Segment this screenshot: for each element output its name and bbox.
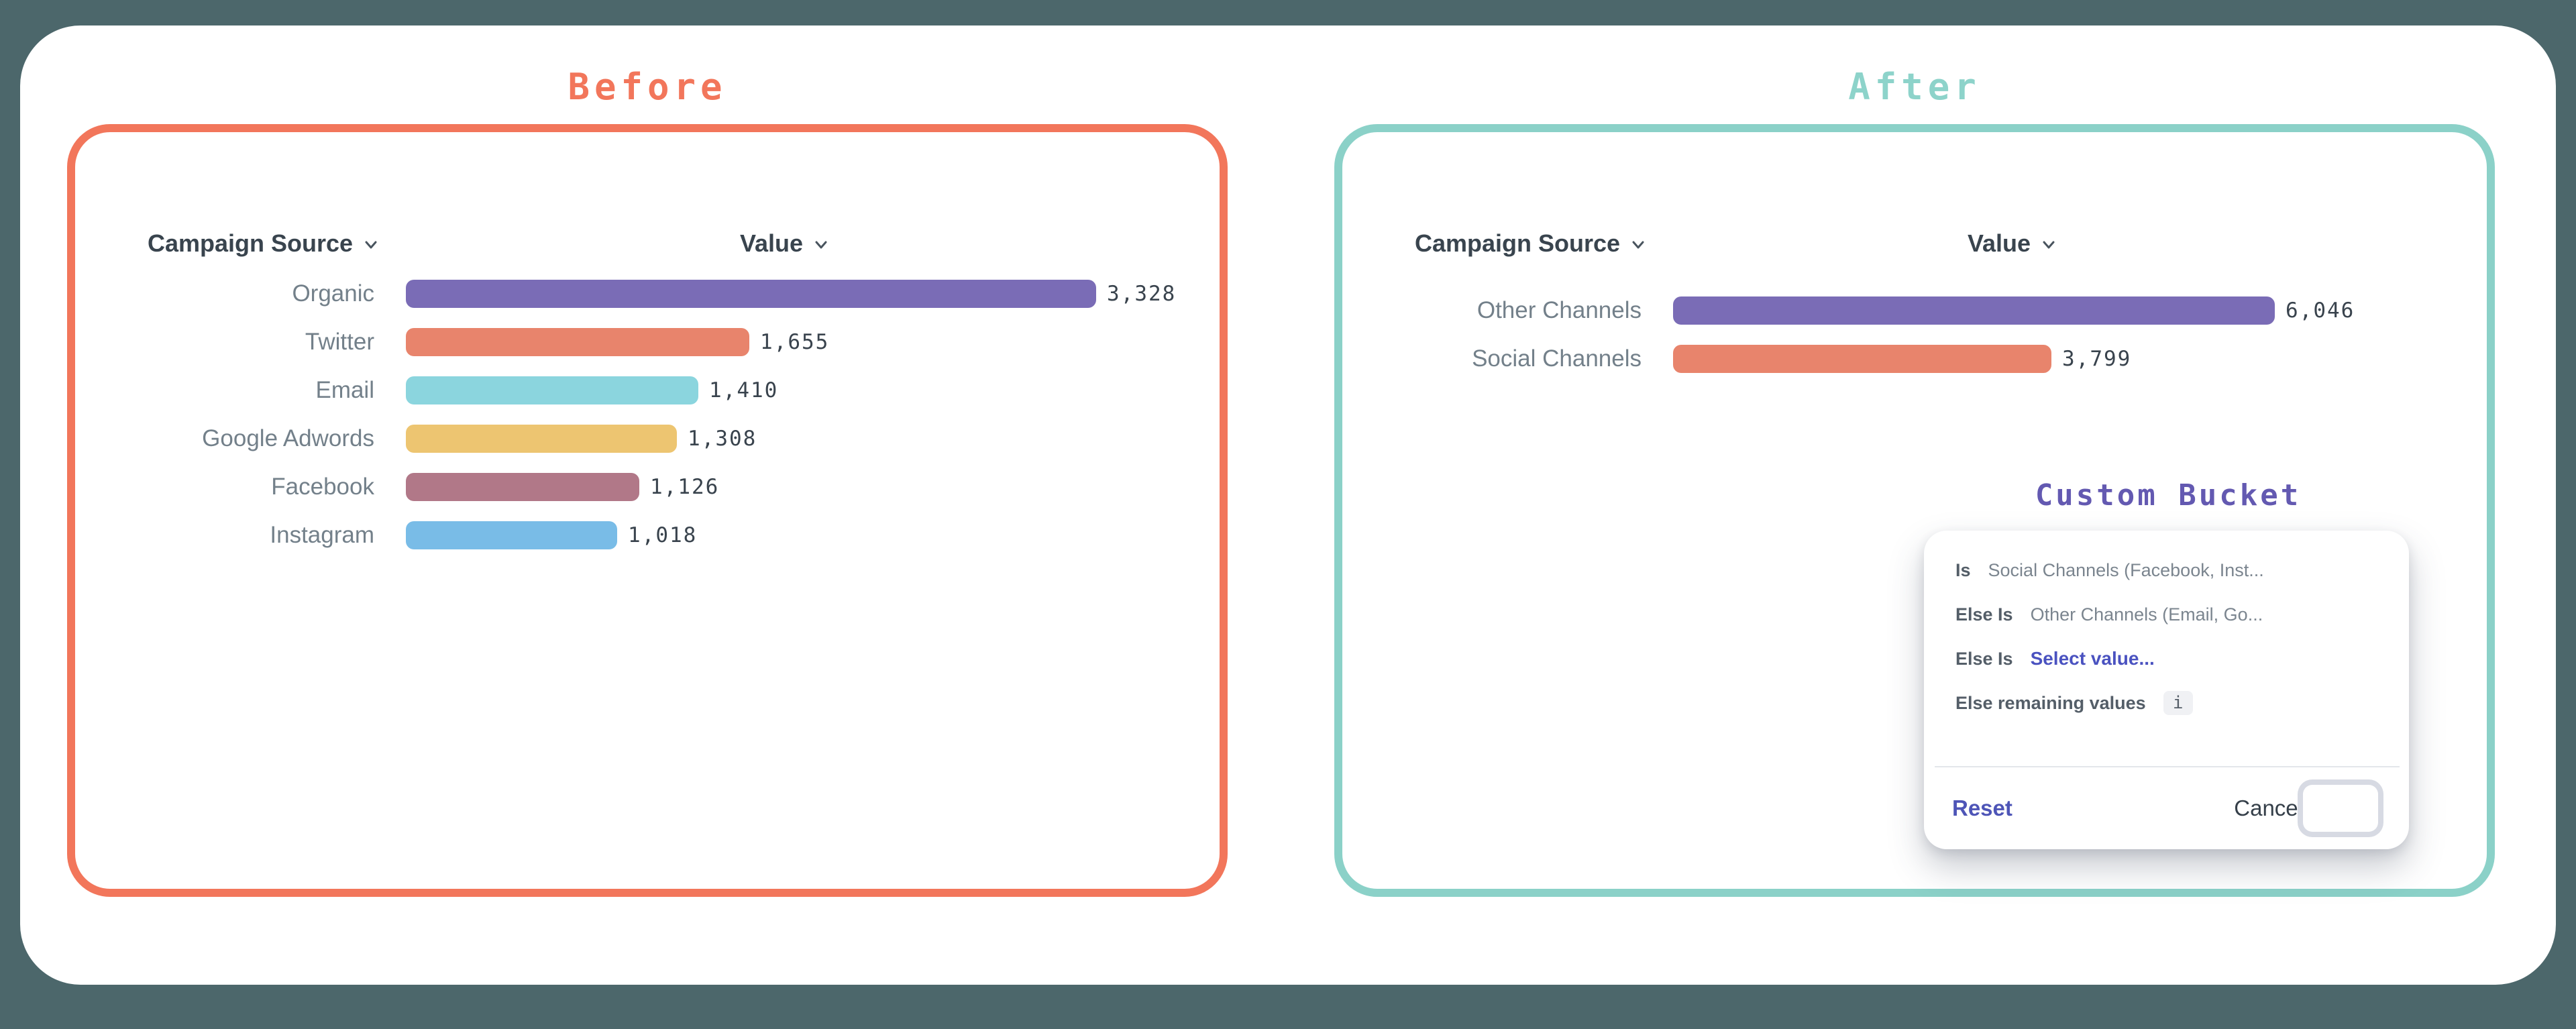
- bar[interactable]: [406, 328, 749, 356]
- value-header-label: Value: [1968, 229, 2031, 258]
- table-row: Facebook 1,126: [75, 463, 1220, 511]
- table-row: Other Channels 6,046: [1342, 286, 2487, 335]
- bar[interactable]: [1673, 345, 2051, 373]
- category-label: Google Adwords: [75, 425, 374, 452]
- table-row: Instagram 1,018: [75, 511, 1220, 559]
- table-row: Email 1,410: [75, 366, 1220, 415]
- value-header[interactable]: Value: [1811, 229, 2214, 258]
- category-label: Social Channels: [1342, 345, 1642, 372]
- before-panel: Campaign Source Value Organic 3,328 Twitte…: [67, 124, 1228, 897]
- bar-value: 1,410: [709, 378, 778, 402]
- rule-label: Else Is: [1955, 649, 2013, 669]
- bar-value: 1,655: [760, 330, 829, 354]
- category-label: Email: [75, 377, 374, 404]
- bar-value: 1,308: [688, 427, 757, 451]
- after-panel: Campaign Source Value Other Channels 6,04…: [1334, 124, 2495, 897]
- campaign-source-header[interactable]: Campaign Source: [148, 229, 380, 258]
- cancel-button[interactable]: Cancel: [2234, 796, 2303, 821]
- bucket-rules-list: Is Social Channels (Facebook, Inst... Else…: [1955, 548, 2389, 725]
- chevron-down-icon: [1629, 236, 1647, 254]
- info-icon[interactable]: i: [2163, 691, 2193, 715]
- canvas: Before After Campaign Source Value Organ…: [0, 0, 2576, 1029]
- value-header[interactable]: Value: [584, 229, 986, 258]
- dialog-footer: Reset Cancel Apply: [1924, 767, 2409, 849]
- bar-value: 3,799: [2062, 347, 2131, 371]
- value-header-label: Value: [740, 229, 803, 258]
- category-label: Instagram: [75, 522, 374, 549]
- bucket-rule-row: Else remaining values i: [1955, 681, 2389, 725]
- rule-value[interactable]: Other Channels (Email, Go...: [2031, 604, 2263, 625]
- bar[interactable]: [406, 280, 1096, 308]
- bar[interactable]: [406, 521, 617, 549]
- category-label: Organic: [75, 280, 374, 307]
- table-row: Social Channels 3,799: [1342, 335, 2487, 383]
- rule-label: Else Is: [1955, 604, 2013, 625]
- select-value-link[interactable]: Select value...: [2031, 648, 2155, 669]
- campaign-source-header[interactable]: Campaign Source: [1415, 229, 1647, 258]
- table-row: Twitter 1,655: [75, 318, 1220, 366]
- custom-bucket-dialog: Is Social Channels (Facebook, Inst... Else…: [1924, 531, 2409, 849]
- bucket-rule-row: Is Social Channels (Facebook, Inst...: [1955, 548, 2389, 592]
- chevron-down-icon: [812, 236, 830, 254]
- bar[interactable]: [406, 376, 698, 404]
- bar-value: 1,018: [628, 523, 697, 547]
- bar-value: 3,328: [1107, 282, 1176, 306]
- table-row: Organic 3,328: [75, 270, 1220, 318]
- category-label: Other Channels: [1342, 297, 1642, 324]
- apply-button[interactable]: Apply: [2303, 785, 2378, 832]
- bucket-rule-row: Else Is Select value...: [1955, 637, 2389, 681]
- bar[interactable]: [1673, 296, 2275, 325]
- rule-label: Is: [1955, 560, 1971, 581]
- bar[interactable]: [406, 473, 639, 501]
- bar-value: 6,046: [2286, 299, 2355, 323]
- campaign-source-header-label: Campaign Source: [148, 229, 353, 258]
- before-label: Before: [67, 66, 1228, 108]
- category-label: Facebook: [75, 474, 374, 500]
- bar-chart-before: Organic 3,328 Twitter 1,655 Email 1,410 Google…: [75, 270, 1220, 559]
- chevron-down-icon: [362, 236, 380, 254]
- bar-chart-after: Other Channels 6,046 Social Channels 3,799: [1342, 286, 2487, 383]
- bar[interactable]: [406, 425, 677, 453]
- category-label: Twitter: [75, 329, 374, 356]
- campaign-source-header-label: Campaign Source: [1415, 229, 1620, 258]
- bar-value: 1,126: [650, 475, 719, 499]
- after-label: After: [1334, 66, 2495, 108]
- rule-label: Else remaining values: [1955, 693, 2146, 714]
- bucket-rule-row: Else Is Other Channels (Email, Go...: [1955, 592, 2389, 637]
- chevron-down-icon: [2040, 236, 2057, 254]
- reset-button[interactable]: Reset: [1952, 796, 2012, 821]
- custom-bucket-title: Custom Bucket: [1833, 478, 2504, 512]
- table-row: Google Adwords 1,308: [75, 415, 1220, 463]
- rule-value[interactable]: Social Channels (Facebook, Inst...: [1988, 560, 2264, 581]
